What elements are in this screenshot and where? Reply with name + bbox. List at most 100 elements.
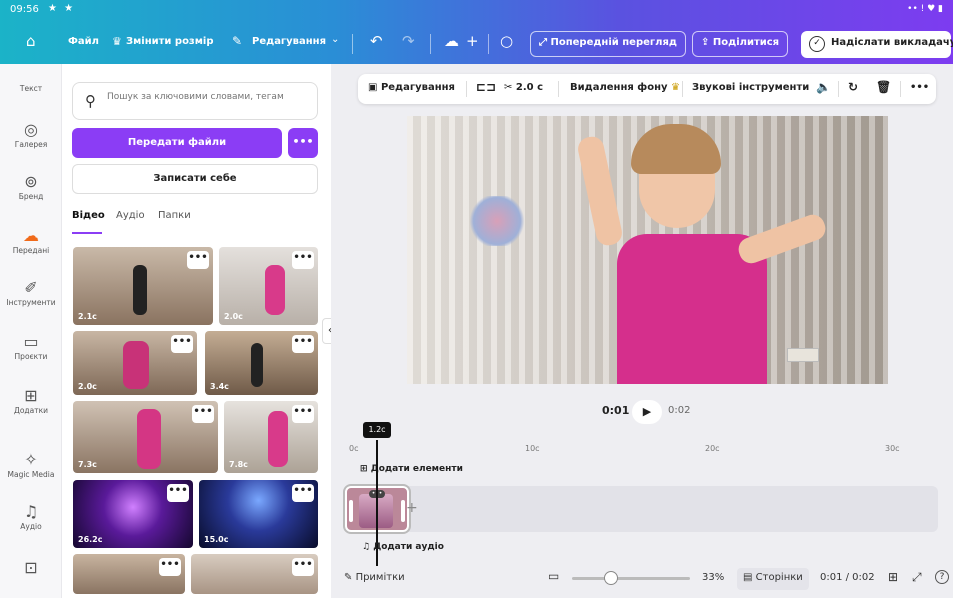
thumbnail-more-button[interactable]: ••• bbox=[292, 484, 314, 502]
more-options-button[interactable]: ••• bbox=[910, 82, 929, 93]
search-input[interactable] bbox=[107, 92, 307, 102]
pages-label: Сторінки bbox=[755, 572, 803, 583]
chevron-down-icon[interactable]: ⌄ bbox=[331, 34, 339, 45]
toolbar-divider bbox=[900, 81, 901, 97]
edit-video-button[interactable]: ▣ Редагування bbox=[368, 82, 455, 93]
toolbar-divider bbox=[488, 34, 489, 54]
edit-video-label: Редагування bbox=[380, 82, 455, 93]
add-icon[interactable]: + bbox=[466, 32, 479, 50]
thumbnail-more-button[interactable]: ••• bbox=[292, 405, 314, 423]
pencil-icon: ✎ bbox=[232, 34, 243, 48]
file-menu[interactable]: Файл bbox=[68, 36, 99, 47]
rail-item-brand[interactable]: ⊚ Бренд bbox=[0, 172, 62, 201]
home-icon[interactable]: ⌂ bbox=[26, 32, 36, 50]
apps-icon: ⊞ bbox=[24, 386, 38, 405]
replace-icon[interactable]: ↻ bbox=[848, 80, 858, 94]
trash-icon[interactable]: 🗑 bbox=[876, 80, 891, 94]
magic-media-icon: ✧ bbox=[24, 450, 38, 469]
fullscreen-icon[interactable]: ⤢ bbox=[912, 570, 922, 585]
notes-button[interactable]: ✎ Примітки bbox=[344, 572, 405, 583]
thumbnail-more-button[interactable]: ••• bbox=[292, 335, 314, 353]
comment-icon[interactable]: ○ bbox=[500, 32, 513, 50]
video-icon: ▣ bbox=[368, 82, 381, 93]
status-time: 09:56 bbox=[10, 4, 39, 15]
preview-button[interactable]: ⤢ Попередній перегляд bbox=[530, 31, 686, 57]
resize-button[interactable]: Змінити розмір bbox=[126, 36, 214, 47]
thumbnail-more-button[interactable]: ••• bbox=[167, 484, 189, 502]
video-thumbnail[interactable]: ••• 26.2с bbox=[73, 480, 193, 548]
tab-folders[interactable]: Папки bbox=[158, 210, 191, 221]
rail-item-projects[interactable]: ▭ Проєкти bbox=[0, 332, 62, 361]
thumbnail-more-button[interactable]: ••• bbox=[192, 405, 214, 423]
clip-trim-handle-left[interactable] bbox=[349, 500, 353, 522]
video-thumbnail[interactable]: ••• 3.4с bbox=[205, 331, 318, 395]
add-clip-icon[interactable]: + bbox=[406, 500, 418, 516]
upload-files-button[interactable]: Передати файли bbox=[72, 128, 282, 158]
thumbnail-more-button[interactable]: ••• bbox=[187, 251, 209, 269]
add-elements-label: Додати елементи bbox=[370, 464, 463, 474]
zoom-slider[interactable] bbox=[572, 577, 690, 580]
zoom-slider-knob[interactable] bbox=[604, 571, 618, 585]
pages-icon: ▤ bbox=[743, 572, 756, 583]
bg-remove-button[interactable]: Видалення фону ♛ bbox=[570, 82, 680, 93]
help-button[interactable]: ? bbox=[935, 570, 949, 584]
video-thumbnail[interactable]: ••• 7.3с bbox=[73, 401, 218, 473]
rail-item-gallery[interactable]: ◎ Галерея bbox=[0, 120, 62, 149]
rail-item-audio[interactable]: ♫ Аудіо bbox=[0, 502, 62, 531]
add-audio-button[interactable]: ♫ Додати аудіо bbox=[362, 542, 444, 552]
tab-video[interactable]: Відео bbox=[72, 210, 105, 221]
play-button[interactable]: ▶ bbox=[632, 400, 662, 424]
share-button[interactable]: ⇪ Поділитися bbox=[692, 31, 789, 57]
play-icon: ▶ bbox=[642, 405, 652, 418]
submit-label: Надіслати викладачу bbox=[831, 37, 953, 48]
video-thumbnail[interactable]: ••• 2.0с bbox=[219, 247, 318, 325]
video-track[interactable] bbox=[398, 486, 938, 532]
notes-label: Примітки bbox=[355, 572, 405, 583]
undo-icon[interactable]: ↶ bbox=[370, 32, 383, 50]
video-thumbnail[interactable]: ••• bbox=[73, 554, 185, 594]
volume-icon[interactable]: 🔈 bbox=[816, 80, 831, 94]
split-icon[interactable]: ⊏⊐ bbox=[476, 80, 496, 94]
audio-tools-button[interactable]: Звукові інструменти bbox=[692, 82, 809, 93]
toolbar-divider bbox=[838, 81, 839, 97]
rail-item-uploads[interactable]: ☁ Передані bbox=[0, 226, 62, 255]
timeline-tick: 0с bbox=[349, 444, 359, 453]
video-thumbnail[interactable]: ••• 7.8с bbox=[224, 401, 318, 473]
video-thumbnail[interactable]: ••• 15.0с bbox=[199, 480, 318, 548]
wall-socket bbox=[787, 348, 819, 362]
record-yourself-button[interactable]: Записати себе bbox=[72, 164, 318, 194]
rail-item-text[interactable]: Текст bbox=[0, 84, 62, 93]
thumbnail-more-button[interactable]: ••• bbox=[159, 558, 181, 576]
submit-to-teacher-button[interactable]: ✓ Надіслати викладачу bbox=[801, 31, 953, 58]
upload-more-button[interactable]: ••• bbox=[288, 128, 318, 158]
redo-icon[interactable]: ↷ bbox=[402, 32, 415, 50]
tab-audio[interactable]: Аудіо bbox=[116, 210, 145, 221]
video-thumbnail[interactable]: ••• bbox=[191, 554, 318, 594]
toy-decoration bbox=[467, 196, 527, 246]
thumbnail-more-button[interactable]: ••• bbox=[292, 251, 314, 269]
rail-item-tools[interactable]: ✐ Інструменти bbox=[0, 278, 62, 307]
thumbnail-duration: 7.3с bbox=[78, 460, 97, 469]
brand-icon: ⊚ bbox=[24, 172, 38, 191]
cloud-save-icon[interactable]: ☁ bbox=[444, 32, 459, 50]
search-box[interactable]: ⚲ bbox=[72, 82, 318, 120]
tools-icon: ✐ bbox=[24, 278, 38, 297]
thumbnail-more-button[interactable]: ••• bbox=[171, 335, 193, 353]
thumbnail-more-button[interactable]: ••• bbox=[292, 558, 314, 576]
status-bar: 09:56 ★ ★ •• ! ♥ ▮ bbox=[0, 0, 953, 22]
video-thumbnail[interactable]: ••• 2.1с bbox=[73, 247, 213, 325]
rail-item-magic-media[interactable]: ✧ Magic Media bbox=[0, 450, 62, 479]
rail-item-more[interactable]: ⊡ bbox=[0, 558, 62, 578]
edit-menu[interactable]: Редагування bbox=[252, 36, 326, 47]
grid-view-icon[interactable]: ⊞ bbox=[888, 570, 898, 584]
audio-icon: ♫ bbox=[23, 502, 39, 521]
rail-item-apps[interactable]: ⊞ Додатки bbox=[0, 386, 62, 415]
trim-button[interactable]: ✂ 2.0 с bbox=[504, 82, 543, 93]
toolbar-divider bbox=[682, 81, 683, 97]
video-canvas[interactable] bbox=[407, 116, 888, 384]
pages-button[interactable]: ▤ Сторінки bbox=[737, 568, 809, 590]
clip-trim-handle-right[interactable] bbox=[401, 500, 405, 522]
search-icon: ⚲ bbox=[85, 92, 96, 110]
playhead-time-label: 1.2с bbox=[363, 422, 391, 438]
video-thumbnail[interactable]: ••• 2.0с bbox=[73, 331, 197, 395]
